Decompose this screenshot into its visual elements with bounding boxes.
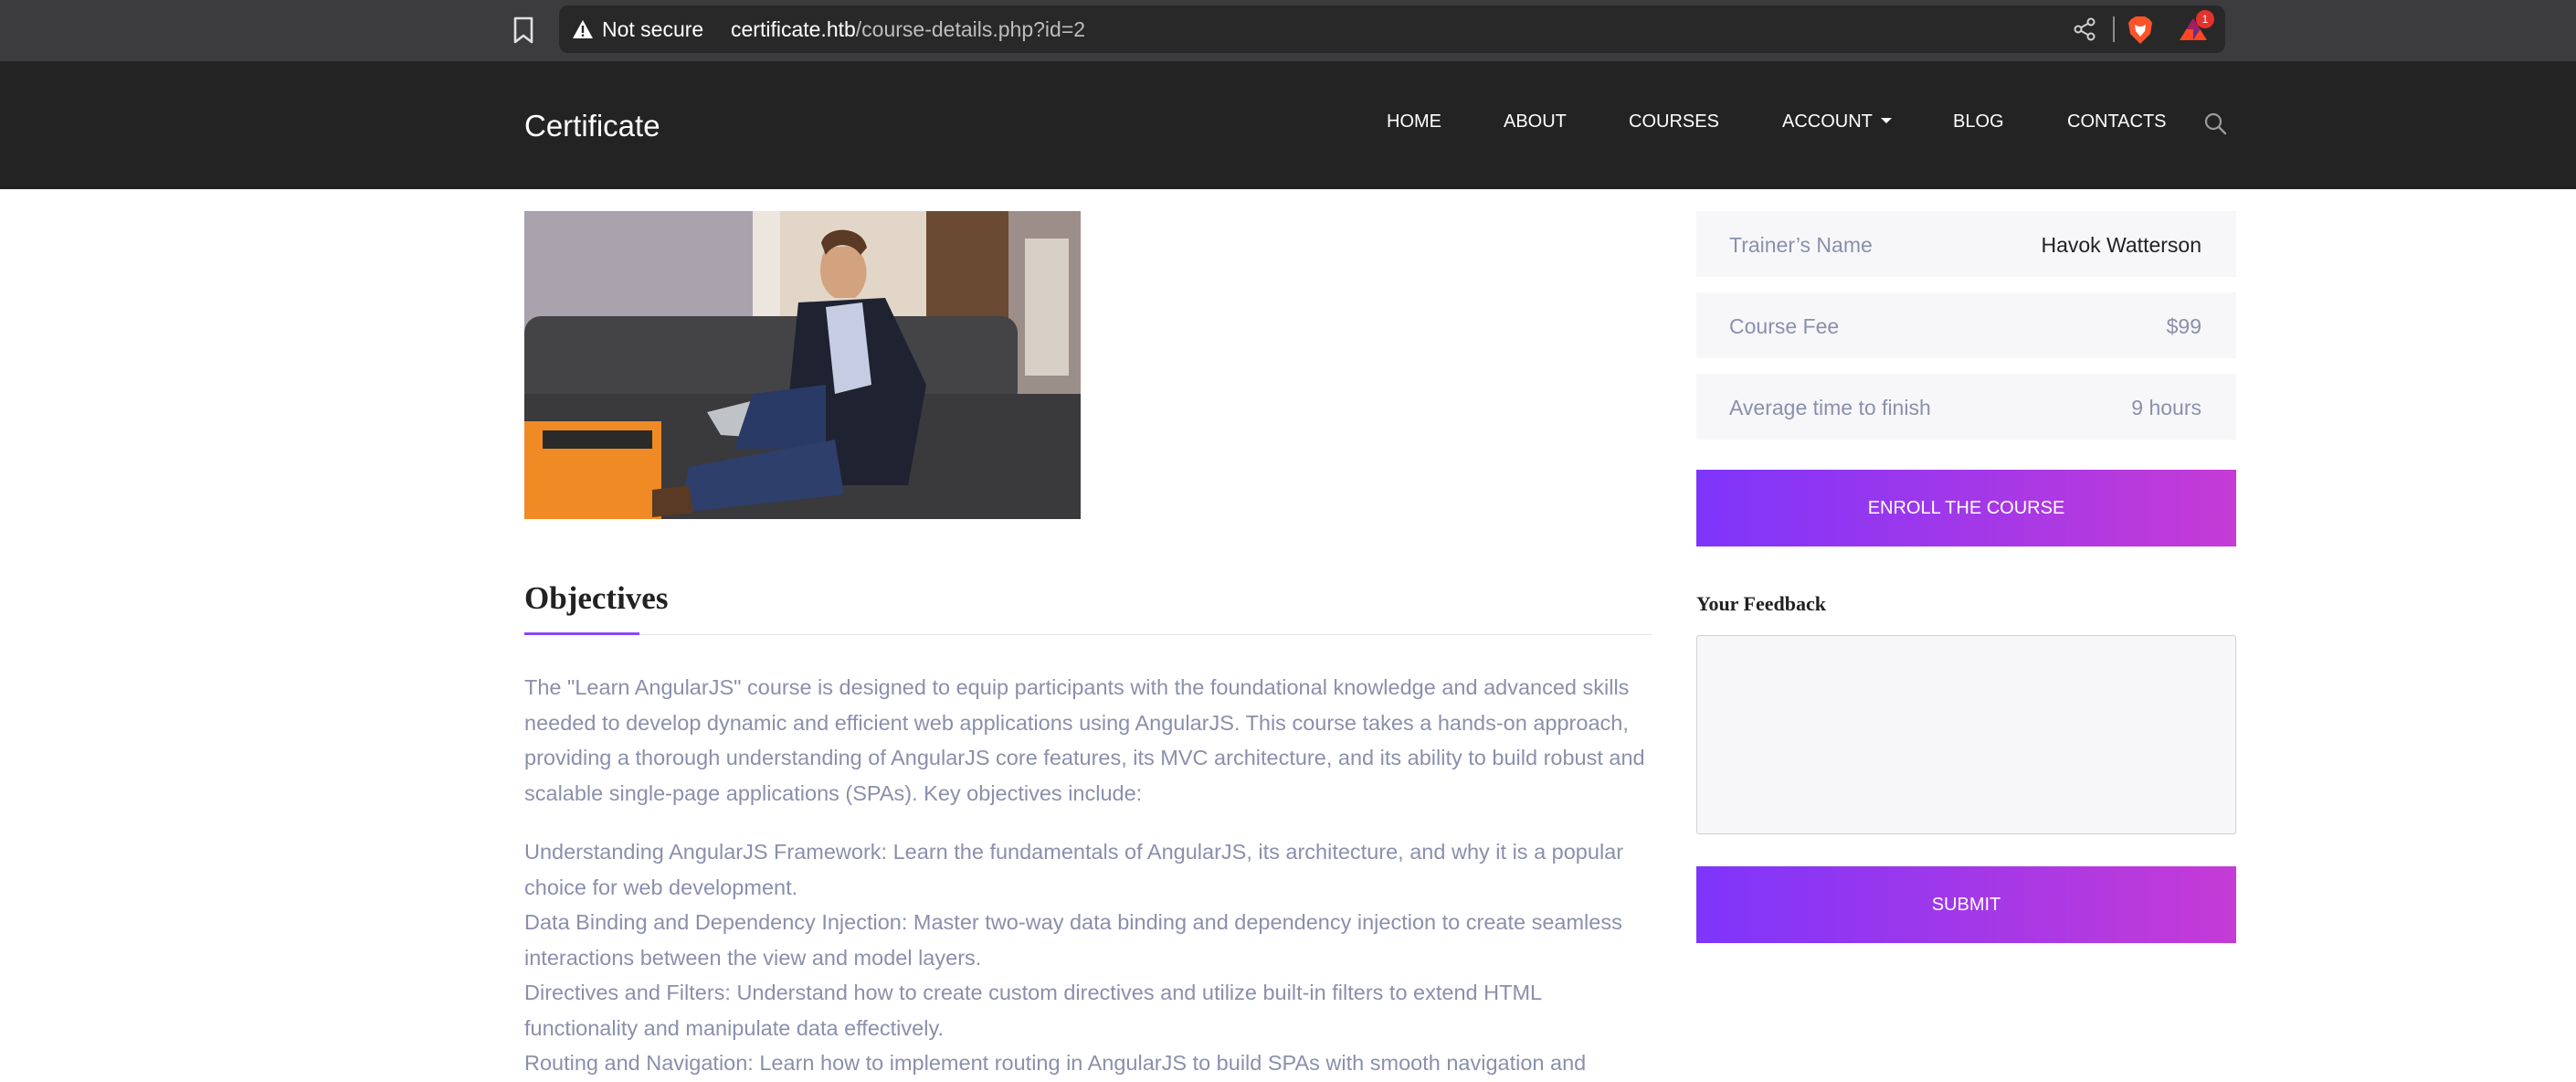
rewards-badge: 1 [2196,10,2214,28]
brave-lion-icon[interactable] [2127,16,2154,45]
duration-value: 9 hours [2131,396,2201,419]
url-path: /course-details.php?id=2 [855,17,1086,41]
objective-item: Data Binding and Dependency Injection: M… [524,910,1622,970]
submit-button[interactable]: SUBMIT [1696,866,2236,943]
nav-home[interactable]: HOME [1387,111,1441,133]
site-header [0,61,2576,189]
objective-item: Routing and Navigation: Learn how to imp… [524,1051,1587,1075]
nav-about[interactable]: ABOUT [1504,111,1567,133]
enroll-button[interactable]: ENROLL THE COURSE [1696,470,2236,546]
security-indicator[interactable]: Not secure [602,16,703,43]
url-host: certificate.htb [731,17,856,41]
objectives-divider [524,634,1652,635]
objective-item: Understanding AngularJS Framework: Learn… [524,840,1624,899]
warning-icon[interactable] [572,19,594,39]
course-image [524,211,1081,519]
nav-blog[interactable]: BLOG [1953,111,2004,133]
bookmark-icon[interactable] [513,16,533,44]
trainer-value: Havok Watterson [2041,233,2201,257]
url-text[interactable]: certificate.htb/course-details.php?id=2 [731,16,1085,43]
objectives-intro: The "Learn AngularJS" course is designed… [524,675,1645,805]
nav-courses[interactable]: COURSES [1629,111,1719,133]
fee-label: Course Fee [1729,314,1840,338]
trainer-label: Trainer’s Name [1729,233,1873,257]
nav-account[interactable]: ACCOUNT [1782,111,1892,133]
objective-item: Directives and Filters: Understand how t… [524,981,1542,1040]
toolbar-divider [2113,16,2115,42]
nav-account-label: ACCOUNT [1782,111,1873,132]
feedback-textarea[interactable] [1696,635,2236,834]
duration-row: Average time to finish 9 hours [1696,374,2236,440]
fee-value: $99 [2166,314,2201,338]
trainer-row: Trainer’s Name Havok Watterson [1696,211,2236,277]
nav-contacts[interactable]: CONTACTS [2067,111,2167,133]
objectives-list: Understanding AngularJS Framework: Learn… [524,834,1652,1081]
feedback-title: Your Feedback [1696,592,1826,615]
search-icon[interactable] [2203,111,2227,135]
caret-down-icon [1880,117,1892,123]
objectives-title: Objectives [524,580,669,616]
site-logo[interactable]: Certificate [524,108,660,144]
duration-label: Average time to finish [1729,396,1931,419]
fee-row: Course Fee $99 [1696,292,2236,358]
objectives-accent-bar [524,632,639,635]
share-icon[interactable] [2072,16,2097,42]
